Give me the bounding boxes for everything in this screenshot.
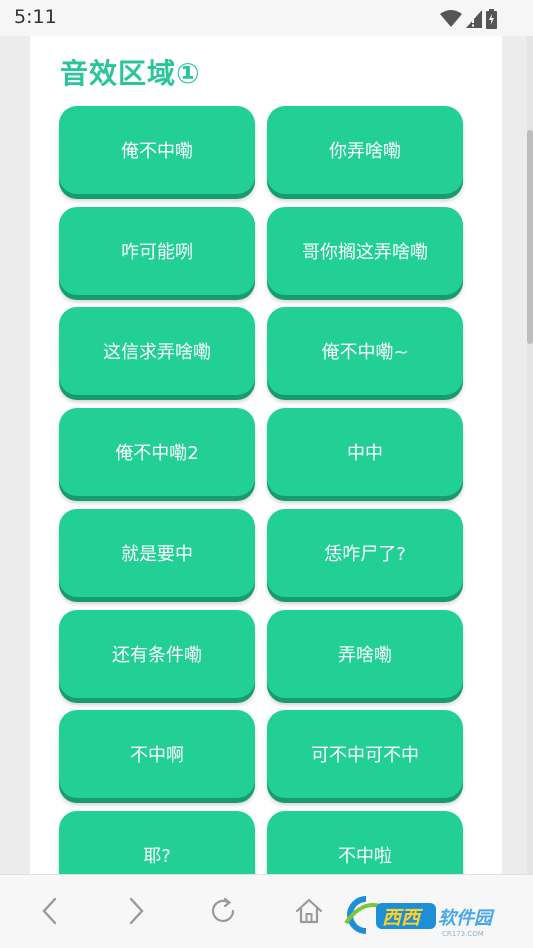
home-icon: [294, 896, 324, 930]
section-title: 音效区域①: [60, 57, 201, 90]
sound-button[interactable]: 弄啥嘞: [267, 610, 463, 698]
wifi-icon: [440, 10, 462, 32]
sound-button[interactable]: 俺不中嘞: [59, 106, 255, 194]
sound-button[interactable]: 哥你搁这弄啥嘞: [267, 207, 463, 295]
sound-button[interactable]: 还有条件嘞: [59, 610, 255, 698]
scrollbar-thumb[interactable]: [527, 130, 533, 344]
sound-button[interactable]: 俺不中嘞~: [267, 307, 463, 395]
forward-button[interactable]: [118, 895, 154, 931]
sound-button[interactable]: 不中啊: [59, 710, 255, 798]
svg-text:软件园: 软件园: [438, 908, 495, 929]
browser-bottom-nav: 西西 软件园 CR173.COM: [0, 874, 533, 948]
sound-button[interactable]: 这信求弄啥嘞: [59, 307, 255, 395]
sound-button[interactable]: 就是要中: [59, 509, 255, 597]
sound-card: 音效区域① 俺不中嘞 你弄啥嘞 咋可能咧 哥你搁这弄啥嘞 这信求弄啥嘞 俺不中嘞~ 俺不中嘞…: [30, 36, 502, 874]
status-icons: [440, 9, 497, 33]
home-button[interactable]: [291, 895, 327, 931]
svg-text:西西: 西西: [382, 907, 423, 929]
sound-button[interactable]: 中中: [267, 408, 463, 496]
status-time: 5:11: [14, 6, 57, 28]
sound-button[interactable]: 不中啦: [267, 811, 463, 874]
sound-button[interactable]: 耶?: [59, 811, 255, 874]
refresh-button[interactable]: [205, 895, 241, 931]
sound-button[interactable]: 可不中可不中: [267, 710, 463, 798]
forward-icon: [126, 897, 146, 929]
sound-button[interactable]: 咋可能咧: [59, 207, 255, 295]
back-icon: [40, 897, 60, 929]
status-bar: 5:11: [0, 0, 533, 36]
web-page: 音效区域① 俺不中嘞 你弄啥嘞 咋可能咧 哥你搁这弄啥嘞 这信求弄啥嘞 俺不中嘞~ 俺不中嘞…: [0, 36, 533, 874]
watermark-logo: 西西 软件园 CR173.COM: [336, 893, 516, 938]
sound-button[interactable]: 恁咋尸了?: [267, 509, 463, 597]
sound-button[interactable]: 俺不中嘞2: [59, 408, 255, 496]
svg-text:CR173.COM: CR173.COM: [442, 930, 484, 937]
battery-icon: [486, 9, 497, 33]
sound-button[interactable]: 你弄啥嘞: [267, 106, 463, 194]
refresh-icon: [208, 896, 238, 930]
back-button[interactable]: [32, 895, 68, 931]
signal-icon: [466, 10, 482, 32]
